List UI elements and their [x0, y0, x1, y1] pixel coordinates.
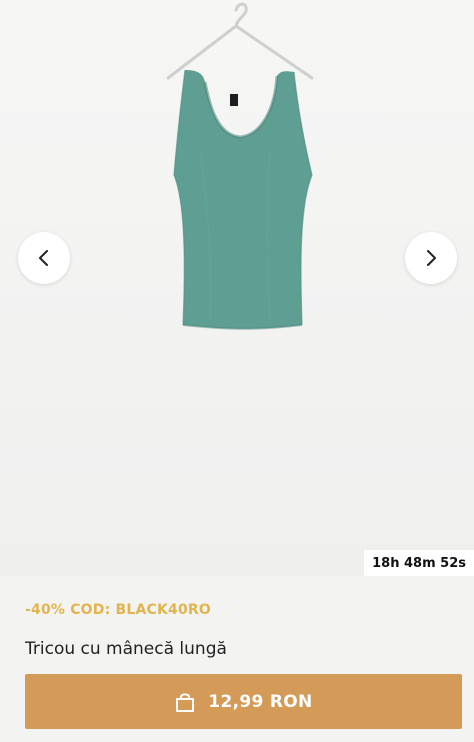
- chevron-right-icon: [427, 250, 436, 266]
- product-title[interactable]: Tricou cu mânecă lungă: [25, 639, 227, 659]
- label-tag: [230, 94, 238, 106]
- add-to-cart-button[interactable]: 12,99 RON: [25, 674, 462, 729]
- carousel-prev-button[interactable]: [18, 232, 70, 284]
- chevron-left-icon: [39, 250, 48, 266]
- product-info-panel: -40% COD: BLACK40RO Tricou cu mânecă lun…: [0, 576, 474, 742]
- carousel-next-button[interactable]: [405, 232, 457, 284]
- product-image[interactable]: [0, 0, 474, 576]
- product-image-area[interactable]: 18h 48m 52s: [0, 0, 474, 576]
- shopping-bag-icon: [176, 692, 195, 712]
- hanger: [166, 2, 314, 80]
- tank-top: [173, 69, 313, 330]
- countdown-timer: 18h 48m 52s: [364, 550, 474, 576]
- promo-code: -40% COD: BLACK40RO: [25, 602, 211, 618]
- product-price: 12,99 RON: [208, 691, 313, 712]
